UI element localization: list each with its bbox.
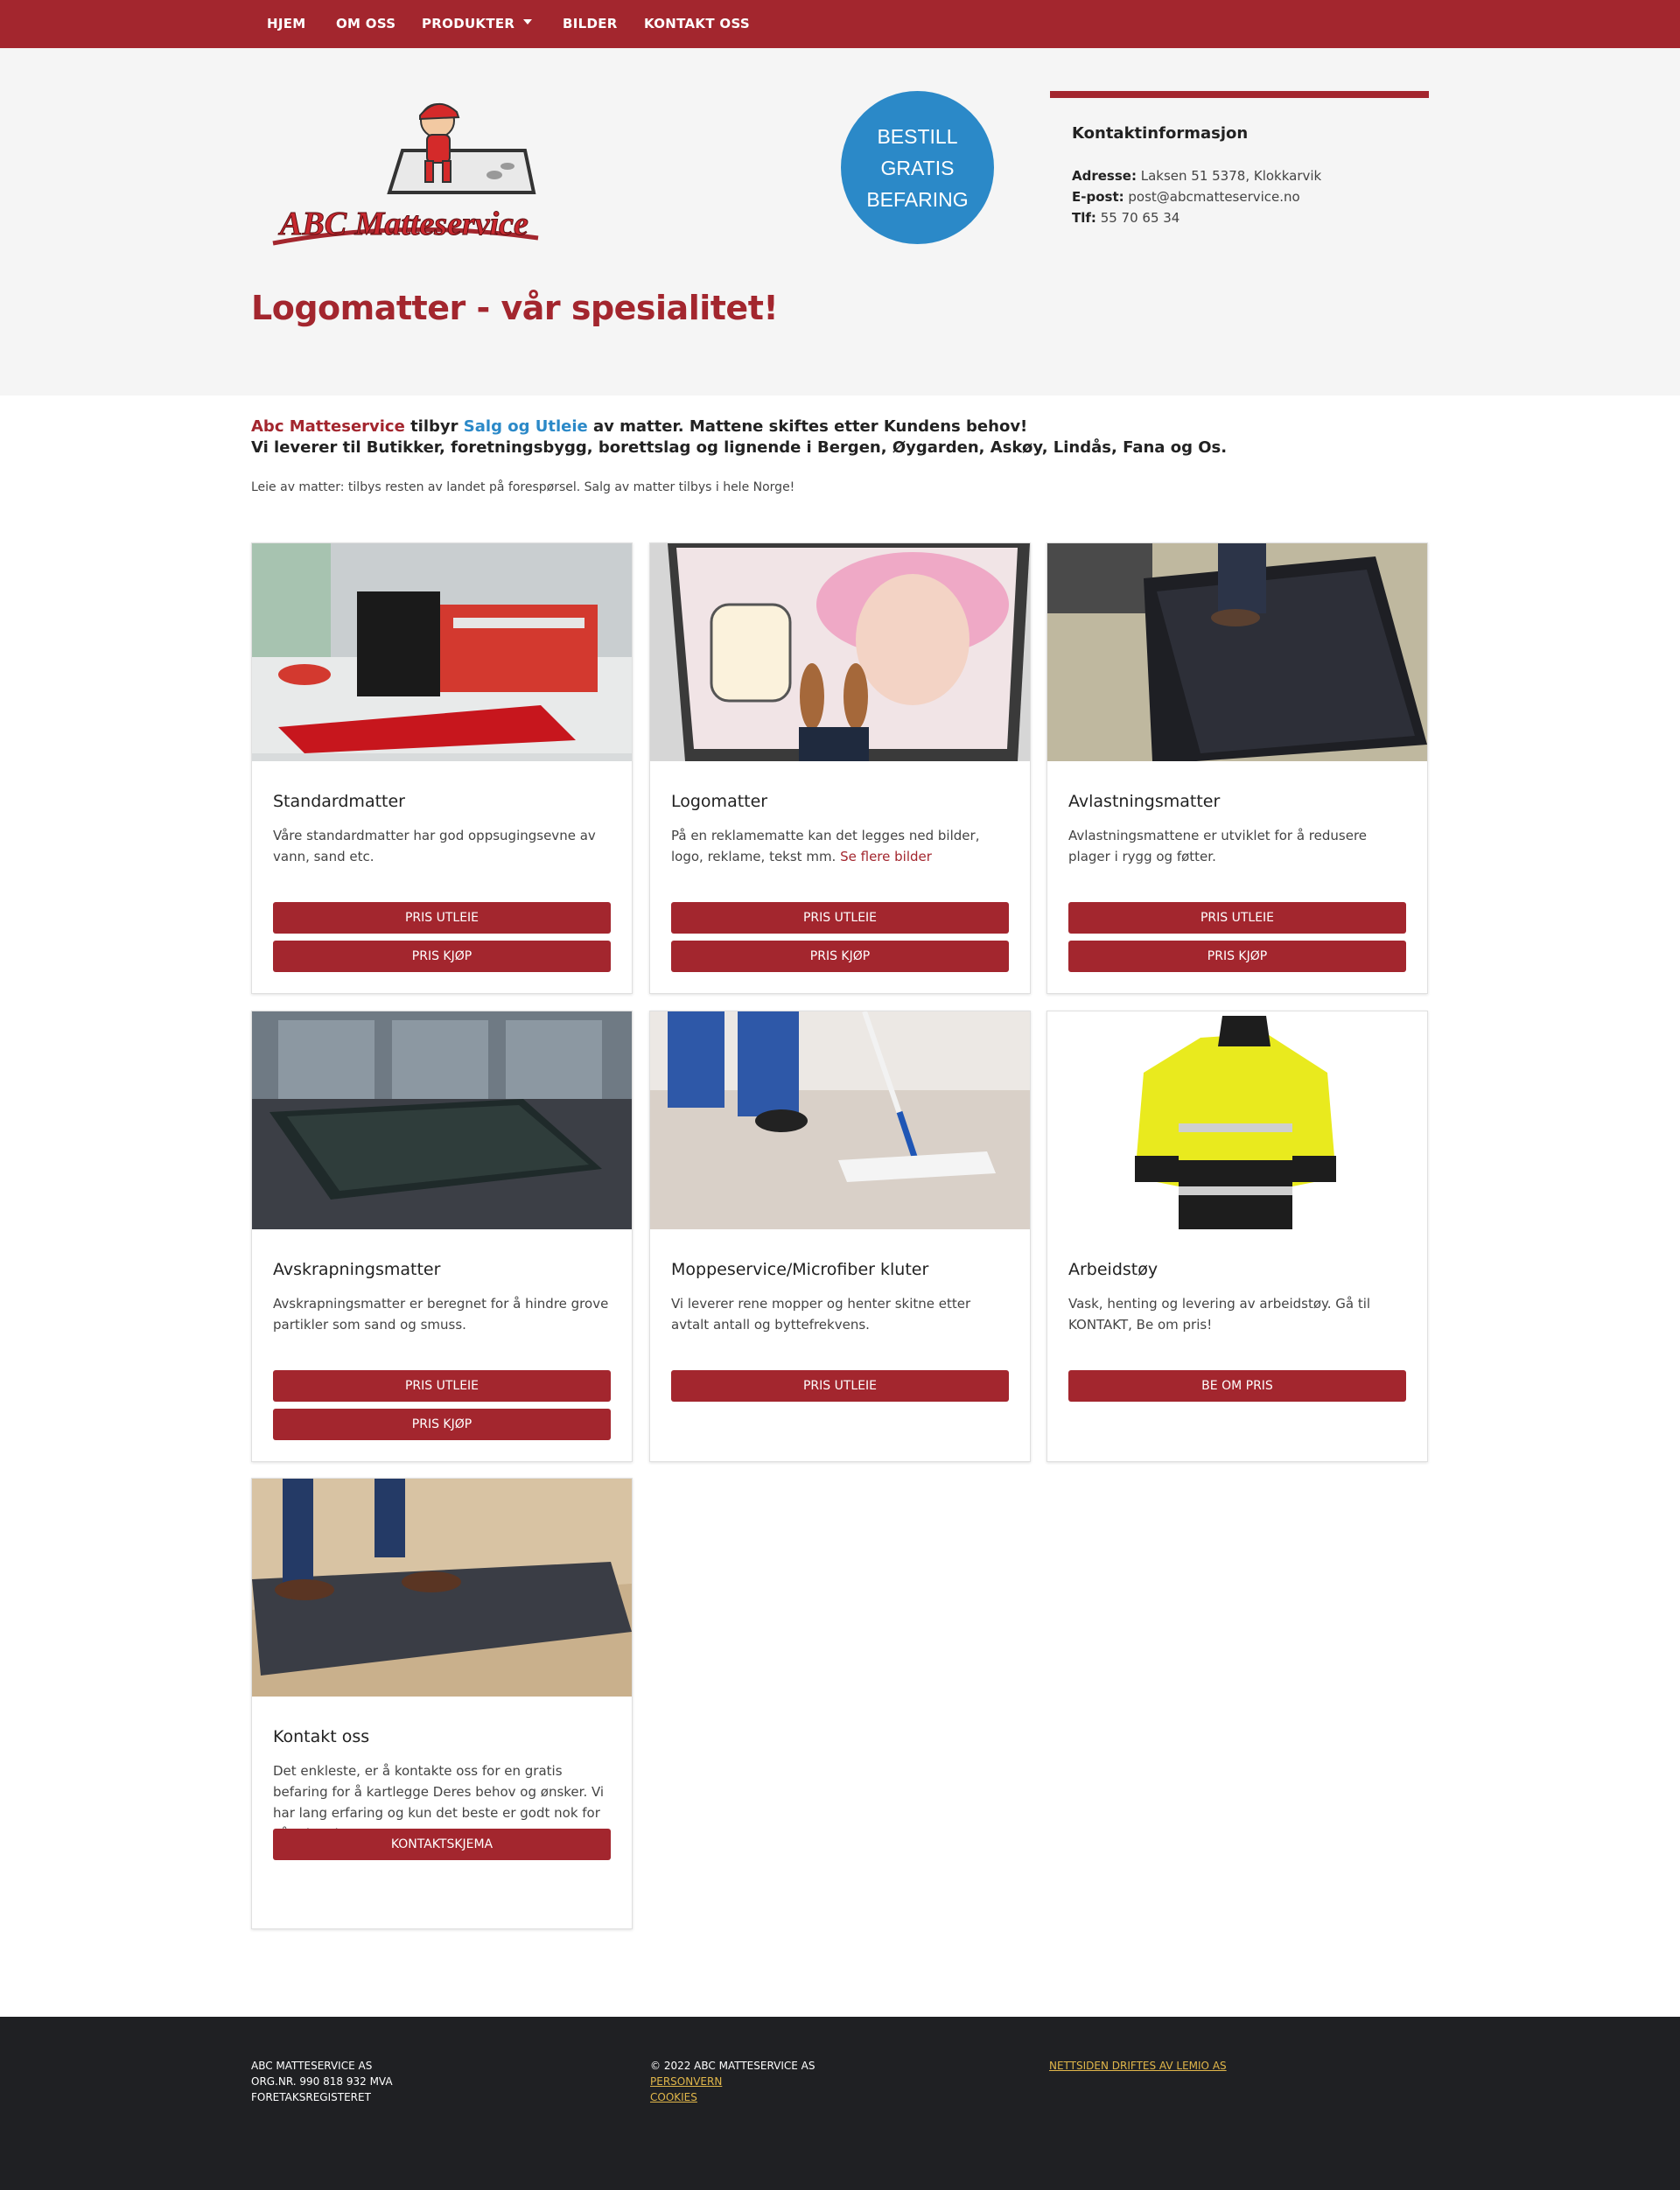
- rental-note: Leie av matter: tilbys resten av landet …: [251, 480, 795, 494]
- footer-operator: NETTSIDEN DRIFTES AV LEMIO AS: [1049, 2058, 1227, 2074]
- product-image-arbeidstoy: [1047, 1011, 1427, 1229]
- footer-org-number: ORG.NR. 990 818 932 MVA: [251, 2075, 393, 2088]
- product-card-logomatter: Logomatter På en reklamematte kan det le…: [649, 542, 1031, 994]
- order-free-inspection-button[interactable]: BESTILL GRATIS BEFARING: [841, 91, 994, 244]
- request-price-button[interactable]: BE OM PRIS: [1068, 1370, 1406, 1402]
- email-label: E-post:: [1072, 189, 1124, 205]
- product-card-standardmatter: Standardmatter Våre standardmatter har g…: [251, 542, 633, 994]
- product-description: Vi leverer rene mopper og henter skitne …: [671, 1296, 971, 1333]
- see-more-images-link[interactable]: Se flere bilder: [840, 849, 932, 864]
- price-purchase-button[interactable]: PRIS KJØP: [671, 941, 1009, 972]
- cta-line-3: BEFARING: [866, 187, 969, 211]
- contact-card-title: Kontakt oss: [273, 1727, 370, 1746]
- nav-item-bilder[interactable]: BILDER: [563, 16, 618, 31]
- product-image-moppeservice: [650, 1011, 1030, 1229]
- price-rental-button[interactable]: PRIS UTLEIE: [671, 902, 1009, 934]
- phone-label: Tlf:: [1072, 210, 1096, 226]
- cta-line-2: GRATIS: [880, 156, 955, 179]
- product-card-moppeservice: Moppeservice/Microfiber kluter Vi levere…: [649, 1011, 1031, 1462]
- product-title: Logomatter: [671, 792, 768, 811]
- contact-card: Kontakt oss Det enkleste, er å kontakte …: [251, 1478, 633, 1929]
- footer-cookies-link[interactable]: COOKIES: [650, 2089, 815, 2105]
- product-title: Avlastningsmatter: [1068, 792, 1221, 811]
- product-title: Arbeidstøy: [1068, 1260, 1158, 1279]
- footer-copyright: © 2022 ABC MATTESERVICE AS: [650, 2060, 816, 2072]
- price-purchase-button[interactable]: PRIS KJØP: [273, 941, 611, 972]
- price-purchase-button[interactable]: PRIS KJØP: [273, 1409, 611, 1440]
- product-description: Avlastningsmattene er utviklet for å red…: [1068, 828, 1368, 864]
- contact-info-title: Kontaktinformasjon: [1072, 124, 1249, 143]
- footer-register: FORETAKSREGISTERET: [251, 2091, 371, 2103]
- logo-wordmark: ABC Matteservice: [278, 206, 528, 242]
- nav-item-kontakt-oss[interactable]: KONTAKT OSS: [644, 16, 750, 31]
- footer-company-info: ABC MATTESERVICE AS ORG.NR. 990 818 932 …: [251, 2058, 393, 2105]
- address-value: Laksen 51 5378, Klokkarvik: [1140, 168, 1322, 184]
- price-rental-button[interactable]: PRIS UTLEIE: [273, 1370, 611, 1402]
- product-description: Våre standardmatter har god oppsugingsev…: [273, 828, 596, 864]
- nav-item-produkter[interactable]: PRODUKTER: [422, 16, 533, 31]
- contact-form-button[interactable]: KONTAKTSKJEMA: [273, 1829, 611, 1860]
- contact-email: E-post: post@abcmatteservice.no: [1072, 189, 1300, 205]
- price-rental-button[interactable]: PRIS UTLEIE: [1068, 902, 1406, 934]
- cta-line-1: BESTILL: [877, 124, 958, 148]
- product-card-arbeidstoy: Arbeidstøy Vask, henting og levering av …: [1046, 1011, 1428, 1462]
- intro-mid-1: tilbyr: [404, 417, 464, 436]
- product-title: Avskrapningsmatter: [273, 1260, 441, 1279]
- address-label: Adresse:: [1072, 168, 1137, 184]
- intro-line-1: Abc Matteservice tilbyr Salg og Utleie a…: [251, 416, 1227, 437]
- product-image-avskrapningsmatter: [252, 1011, 632, 1229]
- contact-phone: Tlf: 55 70 65 34: [1072, 210, 1180, 226]
- product-card-avskrapningsmatter: Avskrapningsmatter Avskrapningsmatter er…: [251, 1011, 633, 1462]
- price-rental-button[interactable]: PRIS UTLEIE: [273, 902, 611, 934]
- product-image-logomatter: [650, 543, 1030, 761]
- intro-services: Salg og Utleie: [463, 417, 588, 436]
- page-headline: Logomatter - vår spesialitet!: [251, 289, 779, 327]
- footer-legal: © 2022 ABC MATTESERVICE AS PERSONVERN CO…: [650, 2058, 815, 2105]
- top-navigation: HJEM OM OSS PRODUKTER BILDER KONTAKT OSS: [0, 0, 1680, 48]
- price-rental-button[interactable]: PRIS UTLEIE: [671, 1370, 1009, 1402]
- footer-privacy-link[interactable]: PERSONVERN: [650, 2074, 815, 2089]
- footer-operator-link[interactable]: NETTSIDEN DRIFTES AV LEMIO AS: [1049, 2058, 1227, 2074]
- nav-item-hjem[interactable]: HJEM: [267, 16, 306, 31]
- product-title: Moppeservice/Microfiber kluter: [671, 1260, 929, 1279]
- nav-item-produkter-label: PRODUKTER: [422, 16, 515, 31]
- intro-mid-2: av matter. Mattene skiftes etter Kundens…: [587, 417, 1028, 436]
- contact-info-box: Kontaktinformasjon Adresse: Laksen 51 53…: [1050, 91, 1429, 231]
- contact-address: Adresse: Laksen 51 5378, Klokkarvik: [1072, 168, 1321, 184]
- product-image-avlastningsmatter: [1047, 543, 1427, 761]
- product-description: På en reklamematte kan det legges ned bi…: [671, 825, 1012, 867]
- company-logo[interactable]: ABC Matteservice: [262, 96, 551, 254]
- product-description: Vask, henting og levering av arbeidstøy.…: [1068, 1296, 1371, 1333]
- intro-text: Abc Matteservice tilbyr Salg og Utleie a…: [251, 416, 1227, 458]
- phone-value[interactable]: 55 70 65 34: [1101, 210, 1180, 226]
- intro-brand: Abc Matteservice: [251, 417, 405, 436]
- contact-image: [252, 1479, 632, 1697]
- chevron-down-icon: [523, 19, 533, 24]
- product-description: Avskrapningsmatter er beregnet for å hin…: [273, 1296, 609, 1333]
- product-image-standardmatter: [252, 543, 632, 761]
- price-purchase-button[interactable]: PRIS KJØP: [1068, 941, 1406, 972]
- product-title: Standardmatter: [273, 792, 405, 811]
- intro-line-2: Vi leverer til Butikker, foretningsbygg,…: [251, 438, 1228, 457]
- email-value[interactable]: post@abcmatteservice.no: [1128, 189, 1299, 205]
- product-card-avlastningsmatter: Avlastningsmatter Avlastningsmattene er …: [1046, 542, 1428, 994]
- nav-item-om-oss[interactable]: OM OSS: [336, 16, 396, 31]
- product-description-text: På en reklamematte kan det legges ned bi…: [671, 828, 980, 864]
- footer-company-name: ABC MATTESERVICE AS: [251, 2060, 373, 2072]
